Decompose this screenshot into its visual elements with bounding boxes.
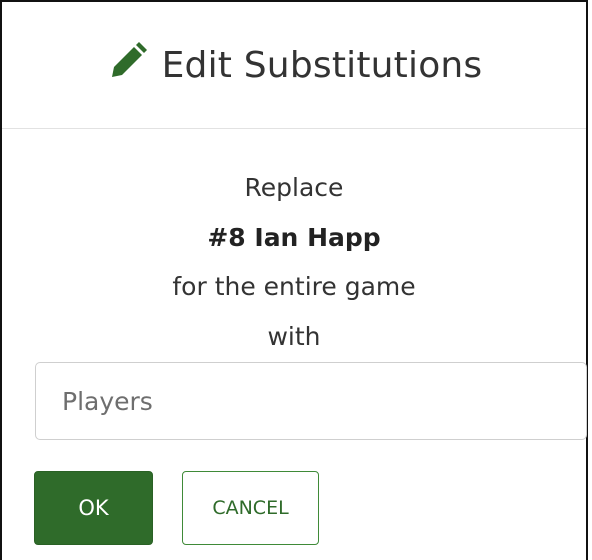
dialog-title: Edit Substitutions — [161, 44, 483, 86]
pencil-icon — [106, 41, 148, 83]
ok-button[interactable]: OK — [34, 471, 153, 545]
with-label: with — [267, 322, 321, 351]
player-name: #8 Ian Happ — [207, 223, 381, 252]
players-input[interactable] — [35, 362, 587, 440]
cancel-button[interactable]: CANCEL — [182, 471, 319, 545]
dialog-header: Edit Substitutions — [2, 2, 586, 129]
edit-substitutions-dialog: Edit Substitutions Replace #8 Ian Happ f… — [0, 0, 588, 560]
scope-text: for the entire game — [172, 272, 416, 301]
replace-label: Replace — [244, 173, 344, 202]
